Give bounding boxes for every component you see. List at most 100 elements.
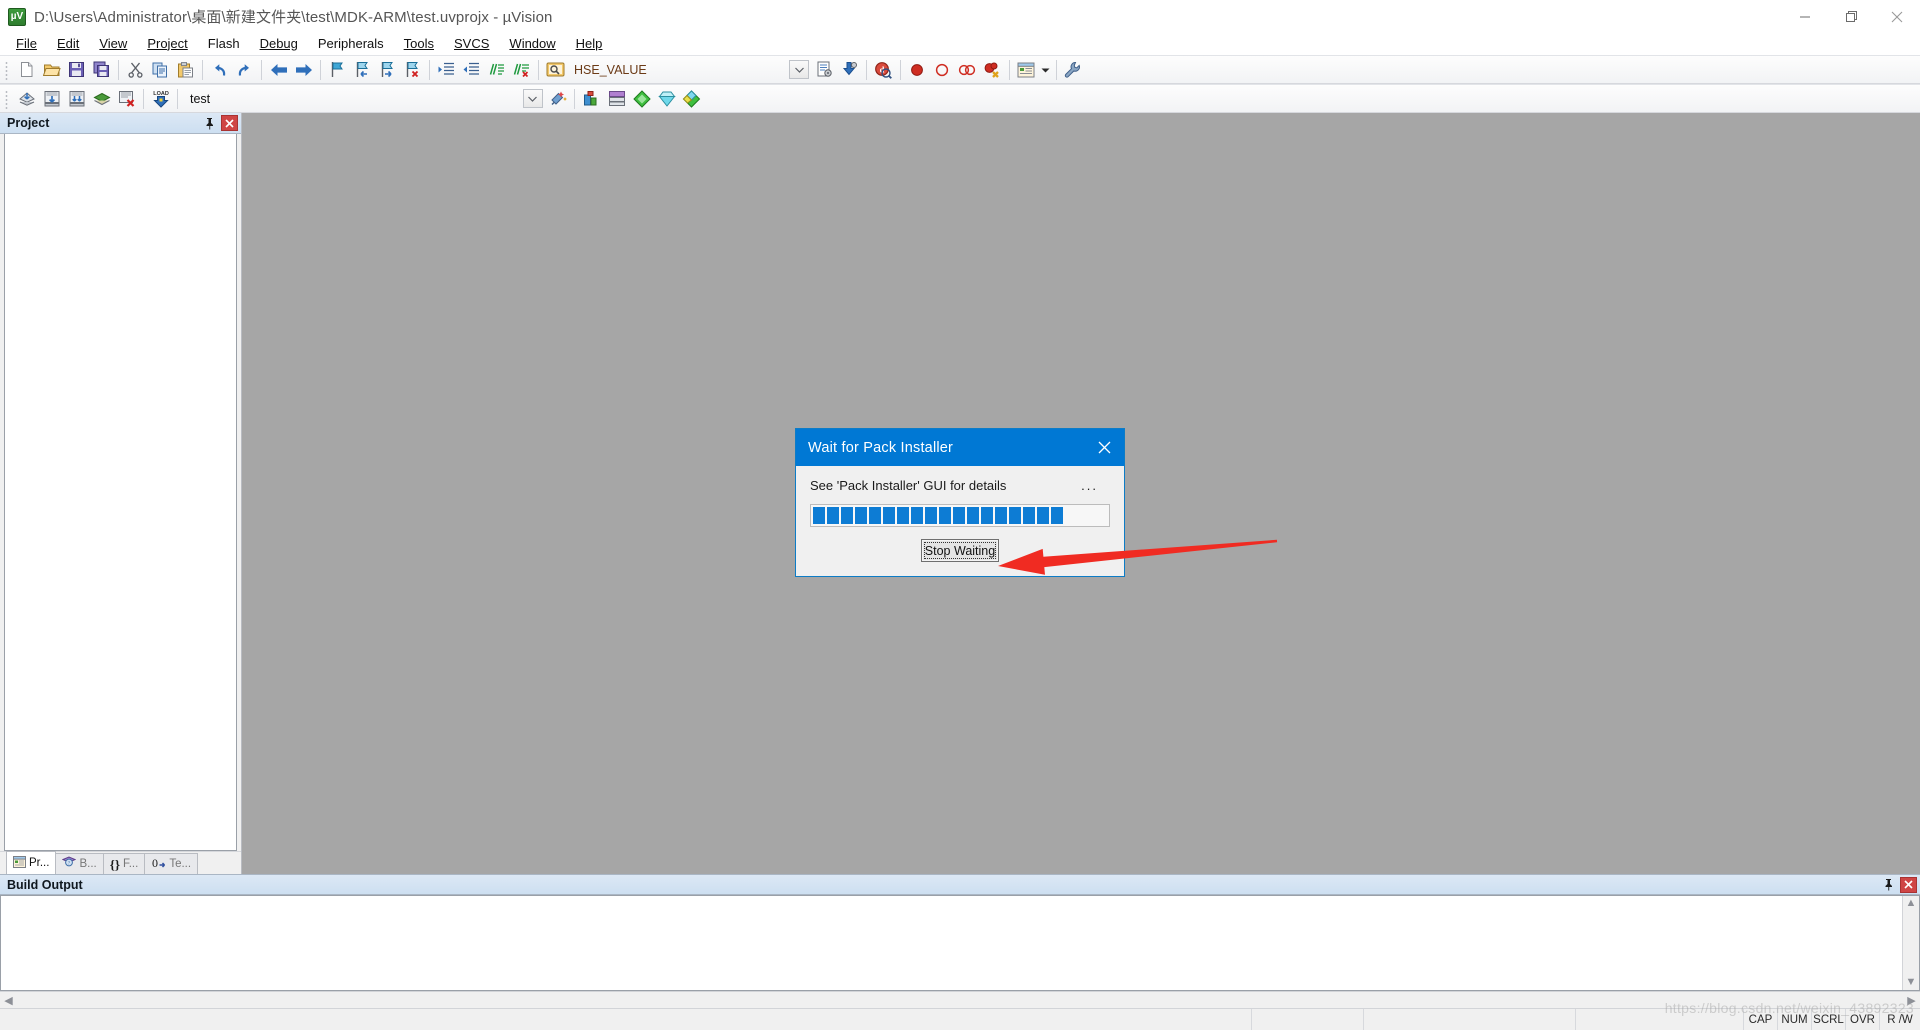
project-tab-templates[interactable]: 0 Te... (144, 853, 199, 874)
new-file-icon[interactable] (14, 58, 39, 82)
pin-icon[interactable] (1880, 876, 1897, 893)
paste-icon[interactable] (173, 58, 198, 82)
configure-icon[interactable] (812, 58, 837, 82)
restore-button[interactable] (1828, 0, 1874, 33)
search-dropdown-button[interactable] (787, 58, 812, 82)
menu-item-svcs[interactable]: SVCS (444, 34, 499, 54)
bookmark-previous-icon[interactable] (350, 58, 375, 82)
menu-item-peripherals[interactable]: Peripherals (308, 34, 394, 54)
svg-text:0: 0 (152, 856, 158, 869)
project-tree[interactable] (4, 134, 237, 851)
progress-block (1051, 507, 1063, 524)
build-output-body[interactable]: ▲ ▼ (0, 895, 1920, 991)
menu-item-help[interactable]: Help (566, 34, 613, 54)
layout-dropdown-icon[interactable] (1039, 58, 1052, 82)
toolbar-grip[interactable] (4, 59, 11, 80)
project-tab-project[interactable]: Pr... (6, 851, 57, 874)
close-icon[interactable] (1084, 429, 1124, 466)
manage-multi-project-icon[interactable] (604, 87, 629, 111)
status-cell-2 (1364, 1009, 1576, 1030)
search-combo-value[interactable]: HSE_VALUE (574, 63, 647, 77)
batch-build-icon[interactable] (89, 87, 114, 111)
close-icon[interactable] (221, 115, 238, 131)
menu-debug-label: Debug (259, 35, 298, 51)
download-to-flash-icon[interactable]: LOAD (148, 87, 173, 111)
debug-download-icon[interactable] (837, 58, 862, 82)
start-debug-icon[interactable]: d (871, 58, 896, 82)
progress-block (995, 507, 1007, 524)
target-dropdown-icon[interactable] (520, 87, 545, 111)
project-tab-books[interactable]: ? B... (55, 853, 104, 874)
target-combo-value[interactable]: test (190, 92, 210, 106)
window-layout-icon[interactable] (1014, 58, 1039, 82)
translate-file-icon[interactable] (14, 87, 39, 111)
scroll-up-icon[interactable]: ▲ (1906, 898, 1917, 909)
minimize-button[interactable] (1782, 0, 1828, 33)
menu-item-project[interactable]: Project (137, 34, 197, 54)
scroll-left-icon[interactable]: ◀ (0, 992, 17, 1008)
toolbar-separator (177, 88, 178, 109)
indent-icon[interactable] (434, 58, 459, 82)
close-icon[interactable] (1900, 876, 1917, 893)
menu-item-file[interactable]: File (6, 34, 47, 54)
cut-icon[interactable] (123, 58, 148, 82)
books-icon: ? (62, 856, 77, 872)
progress-block (813, 507, 825, 524)
build-output-vertical-scrollbar[interactable]: ▲ ▼ (1902, 896, 1919, 990)
close-button[interactable] (1874, 0, 1920, 33)
insert-breakpoint-icon[interactable] (905, 58, 930, 82)
manage-run-time-icon[interactable] (679, 87, 704, 111)
redo-icon[interactable] (232, 58, 257, 82)
menu-item-window[interactable]: Window (499, 34, 565, 54)
run-time-environment-icon[interactable] (654, 87, 679, 111)
progress-block (1009, 507, 1021, 524)
watermark: https://blog.csdn.net/weixin_43892323 (1664, 1000, 1914, 1016)
menu-window-label: Window (509, 35, 556, 51)
pin-icon[interactable] (201, 115, 218, 132)
menu-item-view[interactable]: View (89, 34, 137, 54)
copy-icon[interactable] (148, 58, 173, 82)
disable-breakpoint-icon[interactable] (930, 58, 955, 82)
progress-block (869, 507, 881, 524)
save-icon[interactable] (64, 58, 89, 82)
menu-item-flash[interactable]: Flash (198, 34, 250, 54)
bookmark-next-icon[interactable] (375, 58, 400, 82)
progress-block (897, 507, 909, 524)
configure-target-icon[interactable] (1061, 58, 1086, 82)
comment-lines-icon[interactable] (484, 58, 509, 82)
disable-all-breakpoints-icon[interactable] (955, 58, 980, 82)
menu-item-edit[interactable]: Edit (47, 34, 89, 54)
menu-view-label: View (99, 35, 128, 51)
rebuild-all-icon[interactable] (64, 87, 89, 111)
kill-all-breakpoints-icon[interactable] (980, 58, 1005, 82)
bookmark-clear-icon[interactable] (400, 58, 425, 82)
uncomment-lines-icon[interactable] (509, 58, 534, 82)
progress-block (855, 507, 867, 524)
undo-icon[interactable] (207, 58, 232, 82)
navigate-forward-icon[interactable] (291, 58, 316, 82)
menu-item-tools[interactable]: Tools (394, 34, 444, 54)
outdent-icon[interactable] (459, 58, 484, 82)
save-all-icon[interactable] (89, 58, 114, 82)
build-target-icon[interactable] (39, 87, 64, 111)
find-in-files-icon[interactable] (543, 58, 568, 82)
target-options-icon[interactable] (545, 87, 570, 111)
open-file-icon[interactable] (39, 58, 64, 82)
menu-item-debug[interactable]: Debug (250, 34, 308, 54)
pack-installer-icon[interactable] (629, 87, 654, 111)
stop-waiting-button[interactable]: Stop Waiting (921, 539, 999, 562)
templates-icon: 0 (151, 856, 166, 872)
stop-build-icon[interactable] (114, 87, 139, 111)
title-bar: µV D:\Users\Administrator\桌面\新建文件夹\test\… (0, 0, 1920, 33)
progress-block (1037, 507, 1049, 524)
build-output-horizontal-scrollbar[interactable]: ◀ ▶ (0, 991, 1920, 1008)
project-panel-title: Project (7, 116, 50, 130)
navigate-back-icon[interactable] (266, 58, 291, 82)
project-tab-label: Pr... (29, 857, 50, 869)
project-tab-functions[interactable]: {} F... (102, 853, 146, 874)
scroll-down-icon[interactable]: ▼ (1906, 977, 1917, 988)
bookmark-toggle-icon[interactable] (325, 58, 350, 82)
manage-project-items-icon[interactable] (579, 87, 604, 111)
menu-peripherals-label: Peripherals (317, 35, 384, 51)
toolbar-grip[interactable] (4, 88, 11, 109)
